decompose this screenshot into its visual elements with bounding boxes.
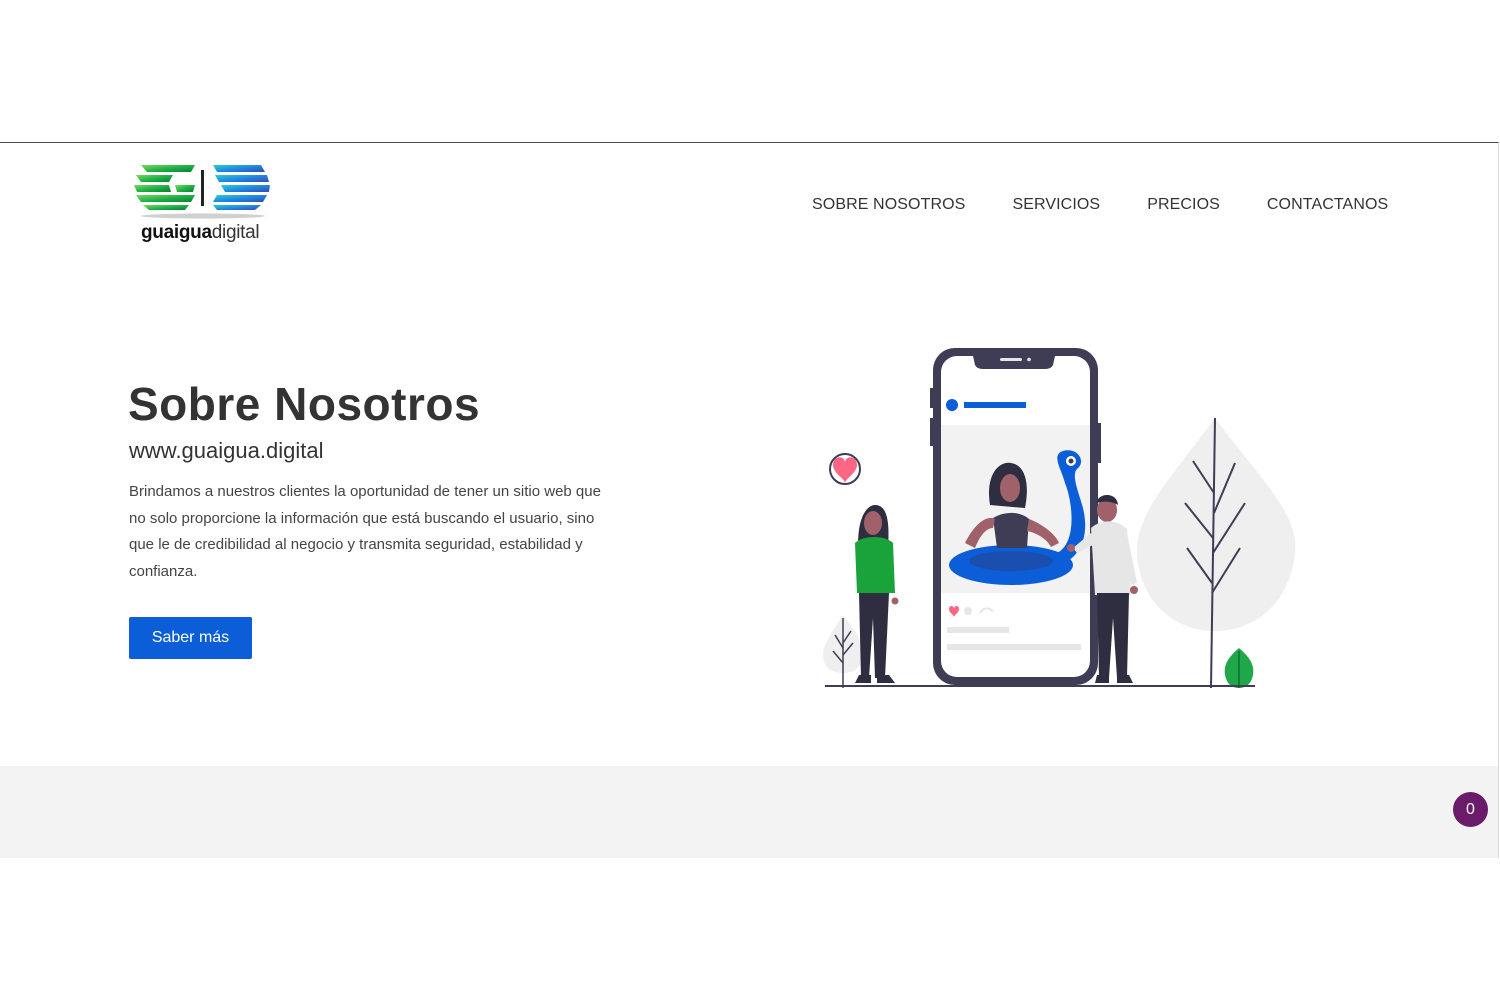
heart-icon [829, 453, 861, 485]
saber-mas-button[interactable]: Saber más [129, 617, 252, 659]
tree-icon [1136, 417, 1296, 689]
main-nav: SOBRE NOSOTROS SERVICIOS PRECIOS CONTACT… [812, 196, 1435, 214]
nav-item-servicios[interactable]: SERVICIOS [1012, 196, 1100, 214]
logo-mark-icon [134, 165, 270, 219]
hero-illustration [823, 348, 1296, 689]
logo-text-bold: guaigua [141, 222, 212, 243]
hero-url: www.guaigua.digital [129, 438, 324, 463]
nav-item-sobre-nosotros[interactable]: SOBRE NOSOTROS [812, 196, 965, 214]
brand-logo[interactable]: guaiguadigital [133, 162, 273, 252]
section-band [0, 766, 1498, 858]
nav-item-contactanos[interactable]: CONTACTANOS [1267, 196, 1388, 214]
hero-title: Sobre Nosotros [128, 378, 481, 430]
woman-figure-icon [855, 505, 899, 683]
small-tree-icon [823, 615, 864, 688]
notification-badge[interactable]: 0 [1453, 792, 1488, 827]
phone-icon [930, 348, 1101, 685]
logo-text-light: digital [211, 222, 260, 243]
page-frame: guaiguadigital SOBRE NOSOTROS SERVICIOS … [0, 142, 1499, 858]
nav-item-precios[interactable]: PRECIOS [1147, 196, 1220, 214]
logo-wordmark: guaiguadigital [141, 222, 260, 244]
hero-description: Brindamos a nuestros clientes la oportun… [129, 483, 601, 580]
plant-icon [1224, 648, 1254, 688]
